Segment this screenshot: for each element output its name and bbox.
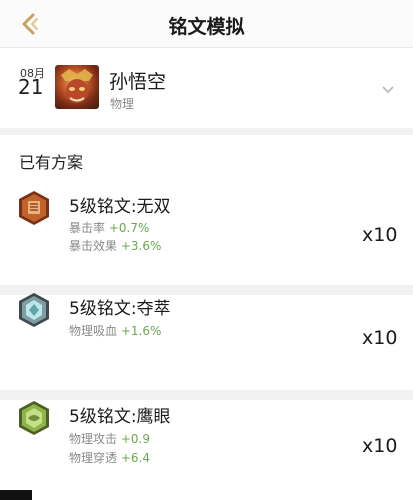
- attr-value: +3.6%: [120, 239, 162, 253]
- hero-avatar: [55, 65, 99, 109]
- hero-portrait-image: [61, 69, 93, 103]
- attr-label: 暴击效果: [69, 239, 118, 253]
- attr-value: +0.9: [120, 432, 150, 446]
- rune-count: x10: [362, 327, 398, 349]
- rune-count: x10: [362, 224, 398, 246]
- plans-section: 已有方案 5级铭文:无双 暴击率 +0.7% 暴击效果 +3.6% x10 5级…: [0, 135, 413, 500]
- hero-selector[interactable]: 08月 21 孙悟空 物理: [0, 48, 413, 128]
- attr-value: +1.6%: [120, 324, 162, 338]
- rune-count: x10: [362, 435, 398, 457]
- rune-item[interactable]: 5级铭文:无双 暴击率 +0.7% 暴击效果 +3.6% x10: [0, 183, 413, 285]
- attr-label: 物理穿透: [69, 451, 118, 465]
- rune-name: 5级铭文:无双: [69, 197, 171, 217]
- blue-rune-icon: [19, 293, 49, 327]
- chevron-down-icon: [382, 86, 394, 94]
- attr-value: +0.7%: [108, 221, 150, 235]
- attr-value: +6.4: [120, 451, 150, 465]
- rune-item[interactable]: 5级铭文:鹰眼 物理攻击 +0.9 物理穿透 +6.4 x10: [0, 400, 413, 500]
- attr-label: 物理吸血: [69, 324, 118, 338]
- hero-type: 物理: [110, 97, 135, 111]
- page-title: 铭文模拟: [168, 16, 245, 38]
- screen-corner: [0, 490, 32, 500]
- rune-item[interactable]: 5级铭文:夺萃 物理吸血 +1.6% x10: [0, 293, 413, 390]
- rune-attr: 暴击效果 +3.6%: [69, 237, 161, 254]
- attr-label: 物理攻击: [69, 432, 118, 446]
- divider: [0, 285, 413, 295]
- green-rune-icon: [19, 401, 49, 435]
- top-nav-bar: 铭文模拟: [0, 0, 413, 48]
- red-rune-icon: [19, 191, 49, 225]
- rune-name: 5级铭文:夺萃: [69, 299, 171, 319]
- hero-name: 孙悟空: [109, 71, 167, 93]
- section-title: 已有方案: [19, 153, 84, 172]
- rune-attr: 物理穿透 +6.4: [69, 449, 150, 466]
- divider: [0, 390, 413, 400]
- rune-name: 5级铭文:鹰眼: [69, 407, 171, 427]
- expand-button[interactable]: [380, 82, 396, 96]
- rune-attr: 暴击率 +0.7%: [69, 219, 149, 236]
- rune-attr: 物理吸血 +1.6%: [69, 322, 161, 339]
- date-day: 21: [18, 75, 44, 99]
- attr-label: 暴击率: [69, 221, 106, 235]
- rune-attr: 物理攻击 +0.9: [69, 430, 150, 447]
